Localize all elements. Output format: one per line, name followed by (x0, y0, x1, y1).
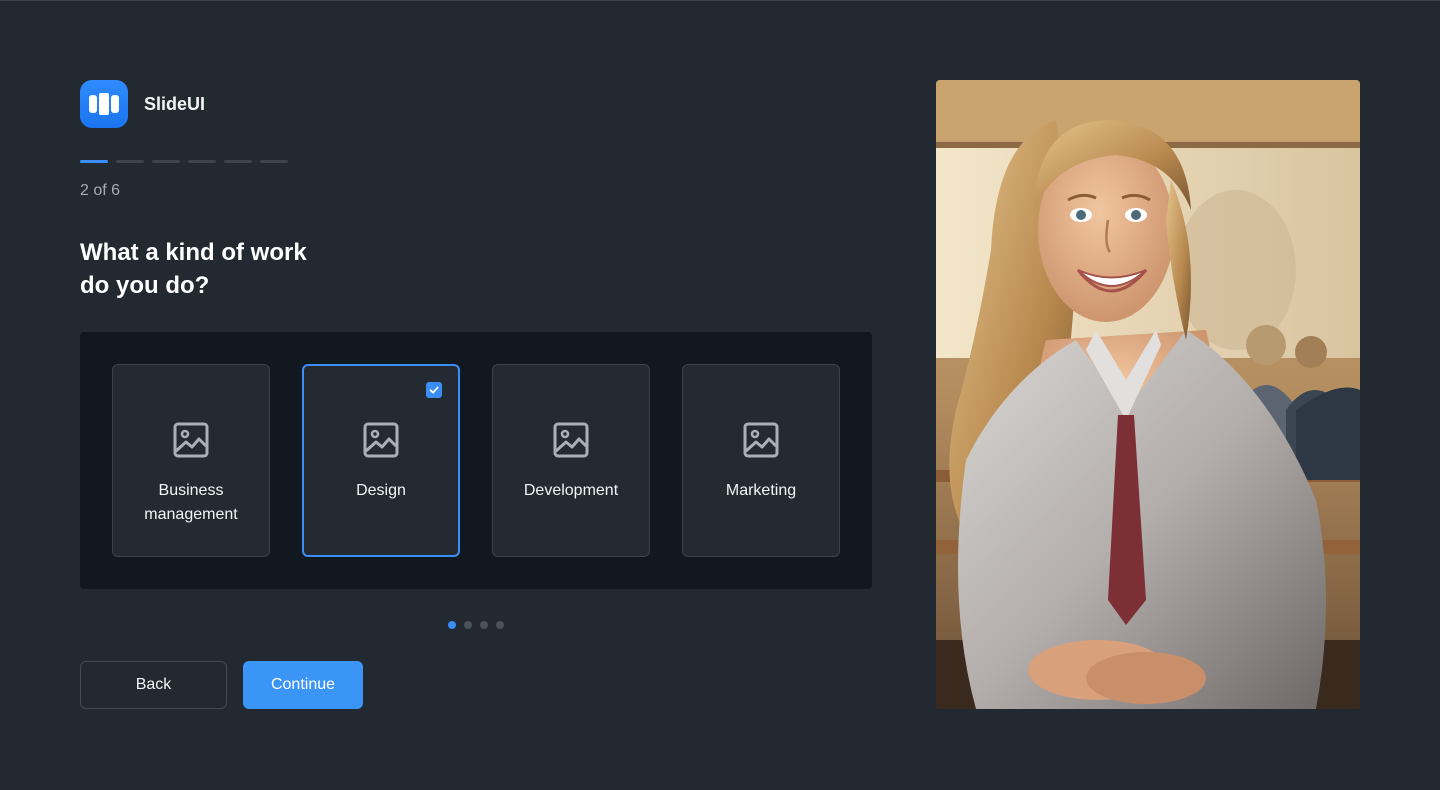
question-line-2: do you do? (80, 272, 210, 299)
question-title: What a kind of work do you do? (80, 236, 380, 302)
window-top-border (0, 0, 1440, 1)
image-icon (553, 422, 589, 458)
option-label-line-2: management (144, 506, 238, 523)
hero-photo (936, 80, 1360, 709)
progress-stepper (80, 160, 288, 163)
checkbox-checked-icon[interactable] (426, 382, 442, 398)
step-count: 2 of 6 (80, 182, 121, 199)
progress-step-6 (260, 160, 288, 163)
progress-step-1 (80, 160, 108, 163)
slideui-logo-icon (80, 80, 128, 128)
option-label: Marketing (725, 482, 797, 499)
app-name: SlideUI (144, 93, 206, 114)
pagination-dot-2[interactable] (464, 621, 472, 629)
option-marketing[interactable]: Marketing (682, 364, 840, 557)
image-icon (173, 422, 209, 458)
pagination-dot-4[interactable] (496, 621, 504, 629)
progress-step-2 (116, 160, 144, 163)
pagination-dot-1[interactable] (448, 621, 456, 629)
progress-step-5 (224, 160, 252, 163)
option-label-line-1: Business (158, 482, 224, 499)
pagination-dot-3[interactable] (480, 621, 488, 629)
image-icon (363, 422, 399, 458)
brand: SlideUI (80, 80, 205, 128)
continue-button[interactable]: Continue (243, 661, 363, 709)
option-label: Business management (123, 479, 259, 527)
options-panel: Business management Design Development M… (80, 332, 872, 589)
progress-step-4 (188, 160, 216, 163)
pagination-dots (448, 621, 504, 629)
image-icon (743, 422, 779, 458)
option-design[interactable]: Design (302, 364, 460, 557)
progress-step-3 (152, 160, 180, 163)
option-label: Development (523, 482, 619, 499)
option-label: Design (356, 482, 406, 499)
option-business-management[interactable]: Business management (112, 364, 270, 557)
back-button[interactable]: Back (80, 661, 227, 709)
question-line-1: What a kind of work (80, 239, 307, 266)
option-development[interactable]: Development (492, 364, 650, 557)
